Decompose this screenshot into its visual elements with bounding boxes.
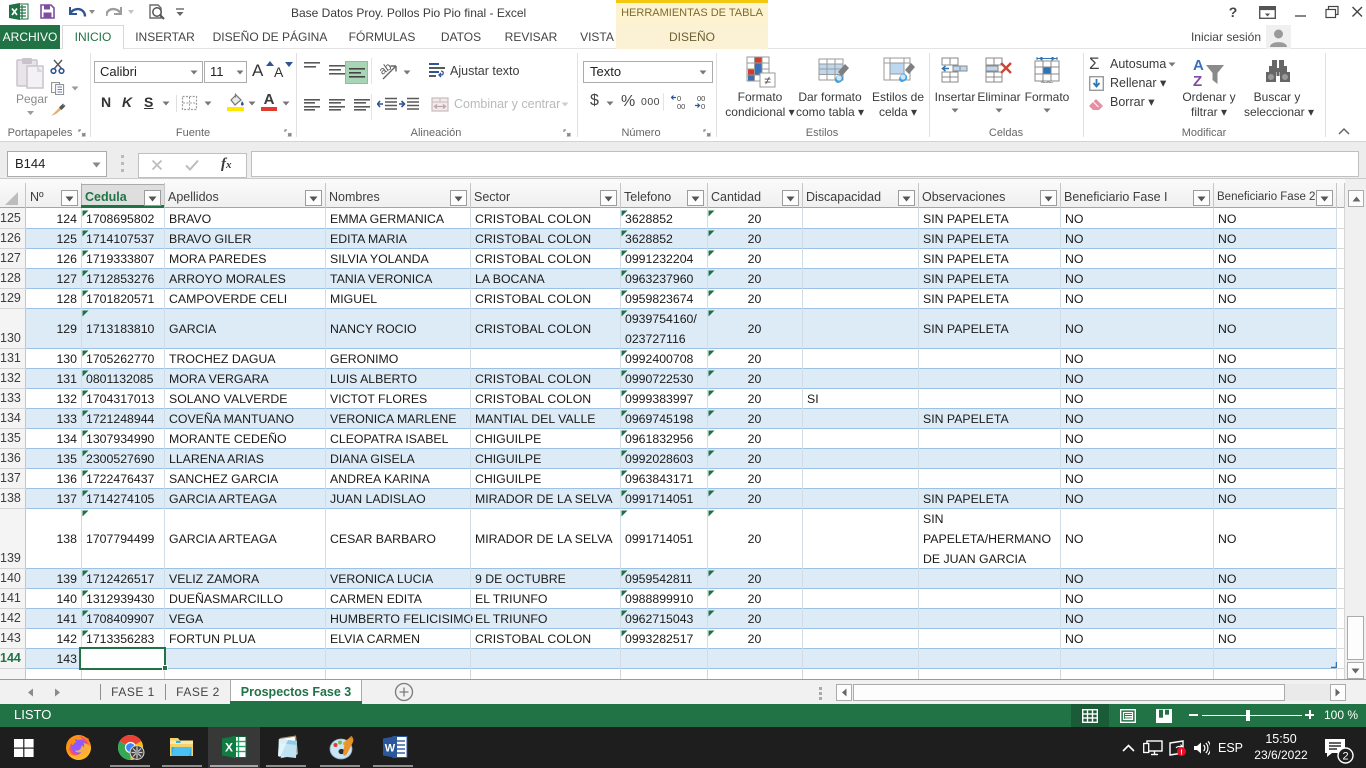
svg-text:W: W: [385, 743, 396, 755]
svg-text:2: 2: [1342, 751, 1348, 763]
svg-text:Z: Z: [1193, 73, 1202, 88]
svg-text:00: 00: [677, 102, 685, 110]
svg-text:≠: ≠: [764, 74, 771, 88]
svg-text:A: A: [1193, 57, 1204, 74]
svg-text:X: X: [225, 741, 233, 755]
svg-text:!: !: [1180, 748, 1183, 757]
